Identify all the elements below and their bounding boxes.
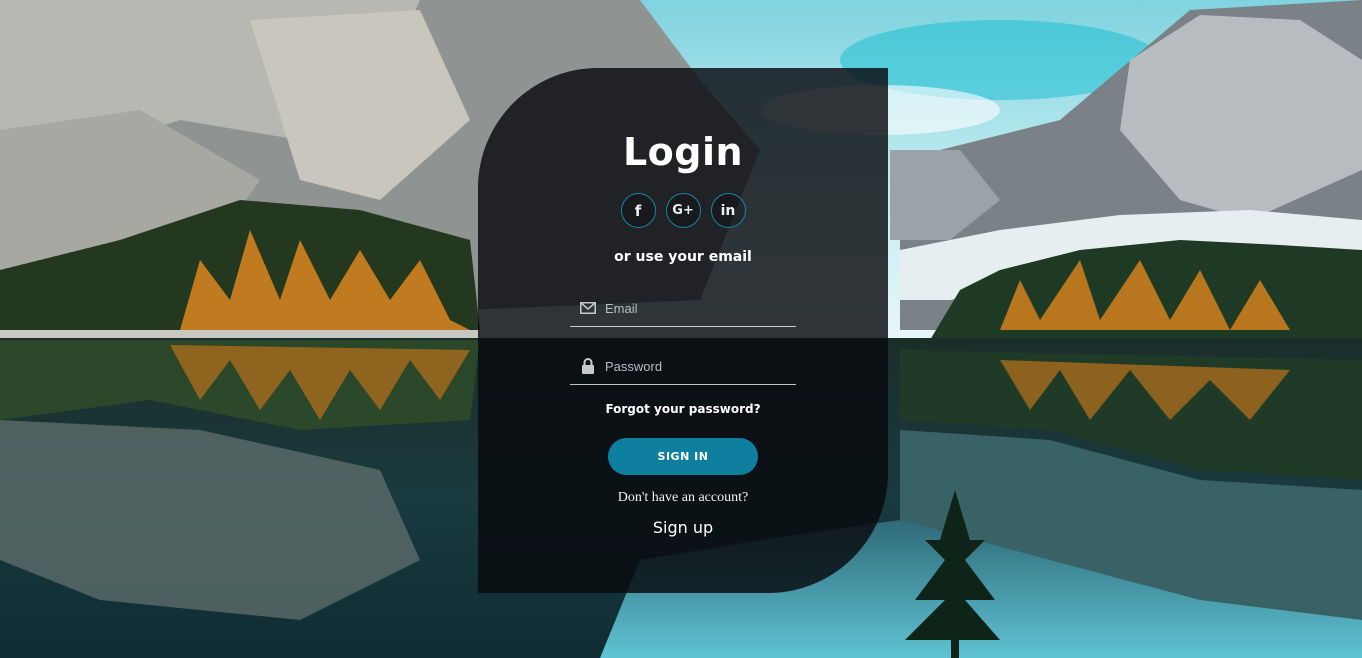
social-buttons: f G+ in	[478, 193, 888, 228]
email-subtitle: or use your email	[614, 249, 752, 265]
linkedin-button[interactable]: in	[710, 193, 746, 228]
sign-up-link[interactable]: Sign up	[478, 518, 888, 537]
lock-icon	[579, 358, 597, 374]
linkedin-icon: in	[720, 202, 736, 219]
envelope-icon	[579, 300, 597, 316]
login-title: Login	[622, 130, 744, 174]
google-plus-icon: G+	[672, 203, 694, 218]
email-input[interactable]	[605, 300, 796, 316]
google-plus-button[interactable]: G+	[665, 193, 701, 228]
email-field	[570, 290, 796, 327]
password-field	[570, 348, 796, 385]
login-card: Login f G+ in or use your email Email Fo…	[478, 68, 888, 593]
no-account-text: Don't have an account?	[617, 490, 749, 505]
facebook-icon: f	[634, 201, 642, 220]
facebook-button[interactable]: f	[620, 193, 656, 228]
password-input[interactable]	[605, 358, 796, 374]
login-page: Login f G+ in or use your email Email Fo…	[0, 0, 1362, 658]
sign-in-button[interactable]: SIGN IN	[608, 438, 758, 475]
forgot-password-link[interactable]: Forgot your password?	[478, 402, 888, 416]
